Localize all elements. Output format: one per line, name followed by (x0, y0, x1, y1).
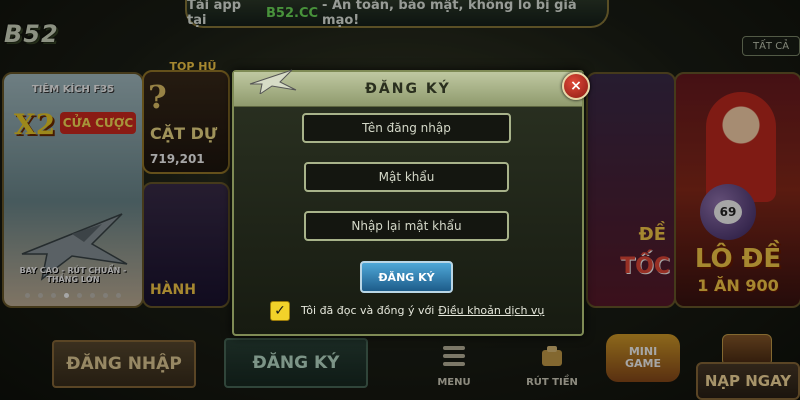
terms-link[interactable]: Điều khoản dịch vụ (438, 304, 544, 317)
agree-text: Tôi đã đọc và đồng ý với (301, 304, 435, 317)
close-icon[interactable]: × (562, 72, 590, 100)
username-input[interactable]: Tên đăng nhập (302, 113, 511, 143)
password-input[interactable]: Mật khẩu (304, 162, 509, 192)
terms-checkbox[interactable]: ✓ (270, 301, 290, 321)
register-dialog: ĐĂNG KÝ (232, 69, 584, 336)
submit-register-button[interactable]: ĐĂNG KÝ (360, 261, 453, 293)
jet-decoration-icon (249, 69, 297, 94)
dialog-header: ĐĂNG KÝ (234, 69, 582, 107)
confirm-password-input[interactable]: Nhập lại mật khẩu (304, 211, 509, 241)
terms-agreement: Tôi đã đọc và đồng ý với Điều khoản dịch … (301, 304, 544, 317)
dialog-title: ĐĂNG KÝ (365, 81, 451, 97)
